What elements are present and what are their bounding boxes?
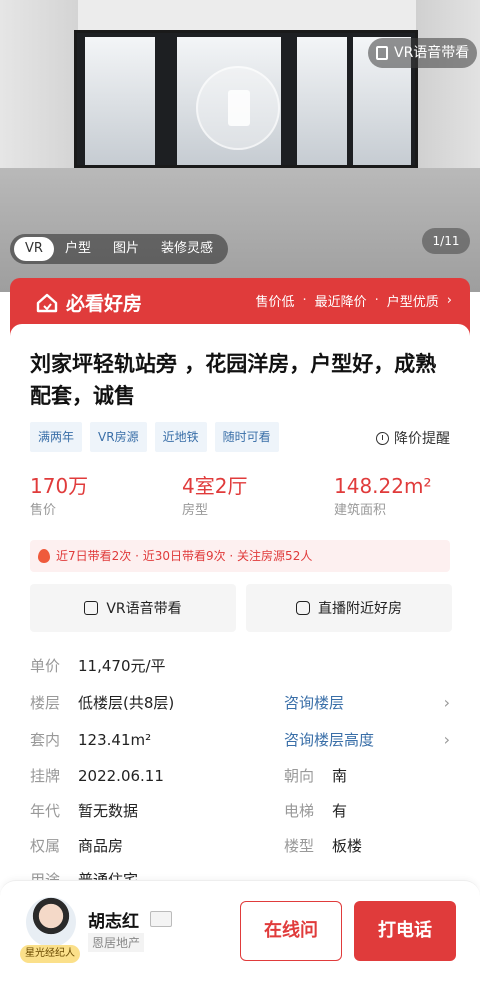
vr-icon bbox=[376, 46, 388, 60]
chevron-right-icon[interactable]: › bbox=[444, 728, 450, 752]
detail-label: 挂牌 bbox=[30, 767, 61, 785]
badge-two-years: 满两年 bbox=[30, 422, 83, 452]
house-icon bbox=[36, 293, 58, 312]
online-chat-button[interactable]: 在线问 bbox=[240, 901, 342, 961]
detail-label: 楼层 bbox=[30, 694, 61, 712]
separator-dot: · bbox=[302, 293, 307, 308]
alarm-clock-icon bbox=[376, 431, 389, 445]
badge-subway: 近地铁 bbox=[154, 422, 207, 452]
vr-tour-label: VR语音带看 bbox=[106, 601, 182, 617]
detail-label: 年代 bbox=[30, 802, 61, 820]
badge-vr: VR房源 bbox=[90, 422, 147, 452]
key-stats: 170万 售价 4室2厅 房型 148.22m² 建筑面积 bbox=[30, 472, 450, 526]
stat-label: 售价 bbox=[30, 503, 57, 518]
detail-row-ownership: 权属 商品房 楼型 板楼 bbox=[30, 834, 450, 858]
tag-recent-drop: 最近降价 bbox=[314, 295, 367, 310]
listing-title: 刘家坪轻轨站旁 ，花园洋房，户型好，成熟配套，诚售 bbox=[30, 352, 437, 408]
detail-label: 电梯 bbox=[284, 802, 315, 820]
detail-row-unit-price: 单价 11,470元/平 bbox=[30, 654, 450, 678]
tag-good-layout: 户型优质 bbox=[386, 295, 439, 310]
price-alert-label: 降价提醒 bbox=[394, 431, 450, 447]
vr-play-icon[interactable] bbox=[196, 66, 280, 150]
stat-layout: 4室2厅 房型 bbox=[182, 472, 247, 522]
banner-tags: 售价低 · 最近降价 · 户型优质 › bbox=[255, 291, 452, 310]
tab-vr[interactable]: VR bbox=[14, 237, 54, 261]
viewing-activity: 近7日带看2次 · 近30日带看9次 · 关注房源52人 bbox=[30, 540, 450, 572]
detail-label: 楼型 bbox=[284, 837, 315, 855]
call-button[interactable]: 打电话 bbox=[354, 901, 456, 961]
listing-card: 刘家坪轻轨站旁 ，花园洋房，户型好，成熟配套，诚售 满两年 VR房源 近地铁 随… bbox=[10, 324, 470, 924]
stat-label: 房型 bbox=[182, 503, 209, 518]
image-counter: 1/11 bbox=[422, 228, 470, 254]
detail-value: 11,470元/平 bbox=[78, 657, 166, 675]
detail-value: 123.41m² bbox=[78, 731, 152, 749]
flame-icon bbox=[38, 549, 50, 563]
agent-badge: 星光经纪人 bbox=[20, 945, 80, 963]
activity-text: 近7日带看2次 · 近30日带看9次 · 关注房源52人 bbox=[56, 549, 313, 563]
stat-area: 148.22m² 建筑面积 bbox=[334, 472, 431, 522]
tab-decoration[interactable]: 装修灵感 bbox=[150, 237, 224, 261]
detail-label: 朝向 bbox=[284, 767, 315, 785]
vr-voice-tour-button[interactable]: VR语音带看 bbox=[30, 584, 236, 632]
chevron-right-icon[interactable]: › bbox=[444, 691, 450, 715]
detail-label: 权属 bbox=[30, 837, 61, 855]
tag-low-price: 售价低 bbox=[255, 295, 295, 310]
vr-icon bbox=[84, 601, 99, 615]
detail-value: 商品房 bbox=[78, 837, 124, 855]
stat-label: 建筑面积 bbox=[334, 503, 387, 518]
detail-row-listed: 挂牌 2022.06.11 朝向 南 bbox=[30, 764, 450, 788]
ask-floor-height-link[interactable]: 咨询楼层高度 bbox=[284, 728, 374, 752]
business-card-icon[interactable] bbox=[150, 911, 172, 927]
brand-name: 必看好房 bbox=[66, 293, 143, 315]
detail-row-year: 年代 暂无数据 电梯 有 bbox=[30, 799, 450, 823]
price-alert-button[interactable]: 降价提醒 bbox=[376, 428, 450, 448]
agent-avatar[interactable] bbox=[26, 897, 76, 947]
detail-value: 板楼 bbox=[332, 837, 363, 855]
stat-value: 4室2厅 bbox=[182, 474, 248, 498]
agent-contact-bar: 星光经纪人 胡志红 恩居地产 在线问 打电话 bbox=[0, 880, 480, 982]
vr-badge-label: VR语音带看 bbox=[394, 45, 470, 61]
detail-value: 2022.06.11 bbox=[78, 767, 164, 785]
feature-badges: 满两年 VR房源 近地铁 随时可看 bbox=[30, 422, 279, 452]
agent-company: 恩居地产 bbox=[88, 933, 145, 952]
tab-photos[interactable]: 图片 bbox=[102, 237, 150, 261]
live-nearby-button[interactable]: 直播附近好房 bbox=[246, 584, 452, 632]
detail-value: 南 bbox=[332, 767, 348, 785]
detail-label: 单价 bbox=[30, 657, 61, 675]
ask-floor-link[interactable]: 咨询楼层 bbox=[284, 691, 344, 715]
stat-value: 170万 bbox=[30, 474, 89, 498]
brand-logo: 必看好房 bbox=[36, 289, 142, 316]
play-icon bbox=[296, 601, 310, 615]
floor bbox=[0, 168, 480, 292]
detail-row-floor: 楼层 低楼层(共8层) 咨询楼层 › bbox=[30, 691, 450, 715]
live-nearby-label: 直播附近好房 bbox=[318, 601, 402, 617]
stat-price: 170万 售价 bbox=[30, 472, 88, 522]
detail-row-inner-area: 套内 123.41m² 咨询楼层高度 › bbox=[30, 728, 450, 752]
badge-viewable: 随时可看 bbox=[214, 422, 279, 452]
vr-voice-tour-badge[interactable]: VR语音带看 bbox=[368, 38, 478, 68]
detail-value: 暂无数据 bbox=[78, 802, 139, 820]
agent-name[interactable]: 胡志红 bbox=[88, 907, 139, 932]
separator-dot: · bbox=[374, 293, 379, 308]
chevron-right-icon: › bbox=[446, 293, 452, 308]
media-tabs: VR 户型 图片 装修灵感 bbox=[10, 234, 228, 264]
tab-floorplan[interactable]: 户型 bbox=[54, 237, 102, 261]
detail-label: 套内 bbox=[30, 731, 61, 749]
detail-value: 有 bbox=[332, 802, 348, 820]
stat-value: 148.22m² bbox=[334, 474, 432, 498]
detail-value: 低楼层(共8层) bbox=[78, 694, 175, 712]
